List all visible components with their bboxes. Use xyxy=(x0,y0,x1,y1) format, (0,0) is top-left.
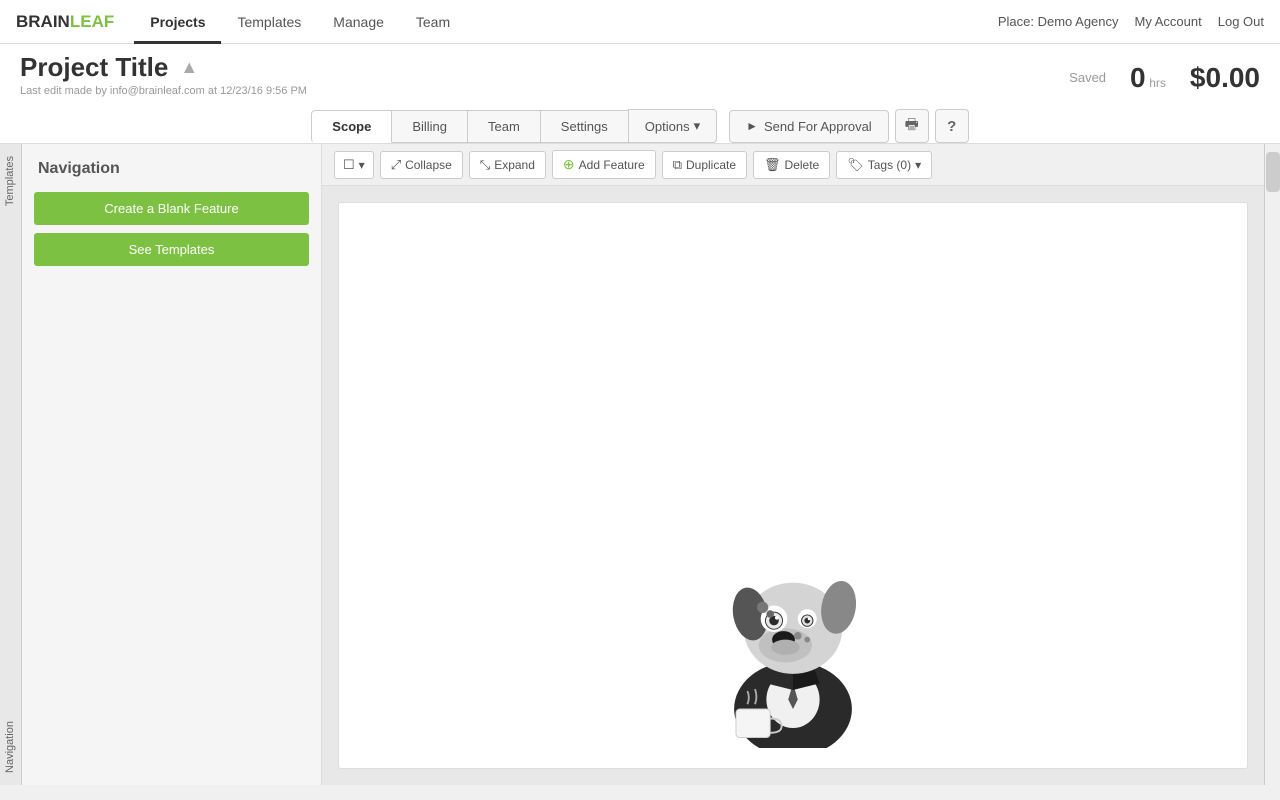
nav-projects[interactable]: Projects xyxy=(134,0,221,44)
toolbar: ☐ ▾ ⤢ Collapse ⤡ Expand ⊕ Add Feature ⧉ … xyxy=(322,144,1264,186)
select-dropdown[interactable]: ☐ ▾ xyxy=(334,151,374,179)
tags-button[interactable]: 🏷 Tags (0) ▾ xyxy=(836,151,932,179)
project-meta: Last edit made by info@brainleaf.com at … xyxy=(20,85,307,97)
logo: BRAINLEAF xyxy=(16,12,114,32)
dog-illustration xyxy=(698,518,888,748)
tab-scope[interactable]: Scope xyxy=(311,110,392,143)
logo-leaf: LEAF xyxy=(70,12,114,32)
tab-team[interactable]: Team xyxy=(467,110,541,143)
tab-options[interactable]: Options ▾ xyxy=(628,109,717,143)
tag-icon: 🏷 xyxy=(847,157,864,173)
top-navigation: BRAINLEAF Projects Templates Manage Team… xyxy=(0,0,1280,44)
trash-icon: 🗑 xyxy=(764,157,781,173)
see-templates-button[interactable]: See Templates xyxy=(34,233,309,266)
scrollbar[interactable] xyxy=(1264,144,1280,785)
add-icon: ⊕ xyxy=(563,156,575,173)
create-blank-feature-button[interactable]: Create a Blank Feature xyxy=(34,192,309,225)
side-tab-templates[interactable]: Templates xyxy=(0,144,21,218)
collapse-arrow[interactable]: ▲ xyxy=(180,57,198,78)
expand-icon: ⤡ xyxy=(480,157,490,173)
logout-link[interactable]: Log Out xyxy=(1218,14,1264,29)
send-approval-button[interactable]: ► Send For Approval xyxy=(729,110,889,143)
nav-right: Place: Demo Agency My Account Log Out xyxy=(998,14,1264,29)
cost-value: $0.00 xyxy=(1190,62,1260,94)
side-tabs: Templates Navigation xyxy=(0,144,22,785)
help-icon: ? xyxy=(947,118,956,135)
tags-chevron-icon: ▾ xyxy=(915,158,921,172)
logo-brain: BRAIN xyxy=(16,12,70,32)
print-button[interactable]: 🖶 xyxy=(895,109,929,143)
checkbox-icon: ☐ xyxy=(343,157,355,173)
panel-title: Navigation xyxy=(34,160,309,178)
print-icon: 🖶 xyxy=(905,114,919,139)
expand-button[interactable]: ⤡ Expand xyxy=(469,151,546,179)
nav-team[interactable]: Team xyxy=(400,0,466,44)
nav-manage[interactable]: Manage xyxy=(317,0,400,44)
duplicate-icon: ⧉ xyxy=(673,157,682,173)
dropdown-arrow-icon: ▾ xyxy=(359,158,365,172)
side-tab-navigation[interactable]: Navigation xyxy=(0,709,21,785)
hours-block: 0 hrs xyxy=(1130,64,1166,92)
chevron-down-icon: ▾ xyxy=(694,118,701,134)
content-area: ☐ ▾ ⤢ Collapse ⤡ Expand ⊕ Add Feature ⧉ … xyxy=(322,144,1264,785)
collapse-icon: ⤢ xyxy=(391,157,401,173)
nav-links: Projects Templates Manage Team xyxy=(134,0,998,44)
project-title: Project Title xyxy=(20,52,168,83)
my-account-link[interactable]: My Account xyxy=(1135,14,1202,29)
whiteboard xyxy=(338,202,1248,769)
delete-button[interactable]: 🗑 Delete xyxy=(753,151,830,179)
hours-unit: hrs xyxy=(1149,76,1166,90)
tab-settings[interactable]: Settings xyxy=(540,110,629,143)
send-icon: ► xyxy=(746,119,758,133)
add-feature-button[interactable]: ⊕ Add Feature xyxy=(552,150,656,179)
left-panel: Navigation Create a Blank Feature See Te… xyxy=(22,144,322,785)
agency-label: Place: Demo Agency xyxy=(998,14,1119,29)
collapse-button[interactable]: ⤢ Collapse xyxy=(380,151,463,179)
tab-billing[interactable]: Billing xyxy=(391,110,468,143)
help-button[interactable]: ? xyxy=(935,109,969,143)
nav-templates[interactable]: Templates xyxy=(221,0,317,44)
hours-value: 0 xyxy=(1130,62,1146,93)
duplicate-button[interactable]: ⧉ Duplicate xyxy=(662,151,747,179)
project-header: Project Title ▲ Last edit made by info@b… xyxy=(0,44,1280,144)
saved-label: Saved xyxy=(1069,70,1106,85)
main-body: Templates Navigation Navigation Create a… xyxy=(0,144,1280,785)
